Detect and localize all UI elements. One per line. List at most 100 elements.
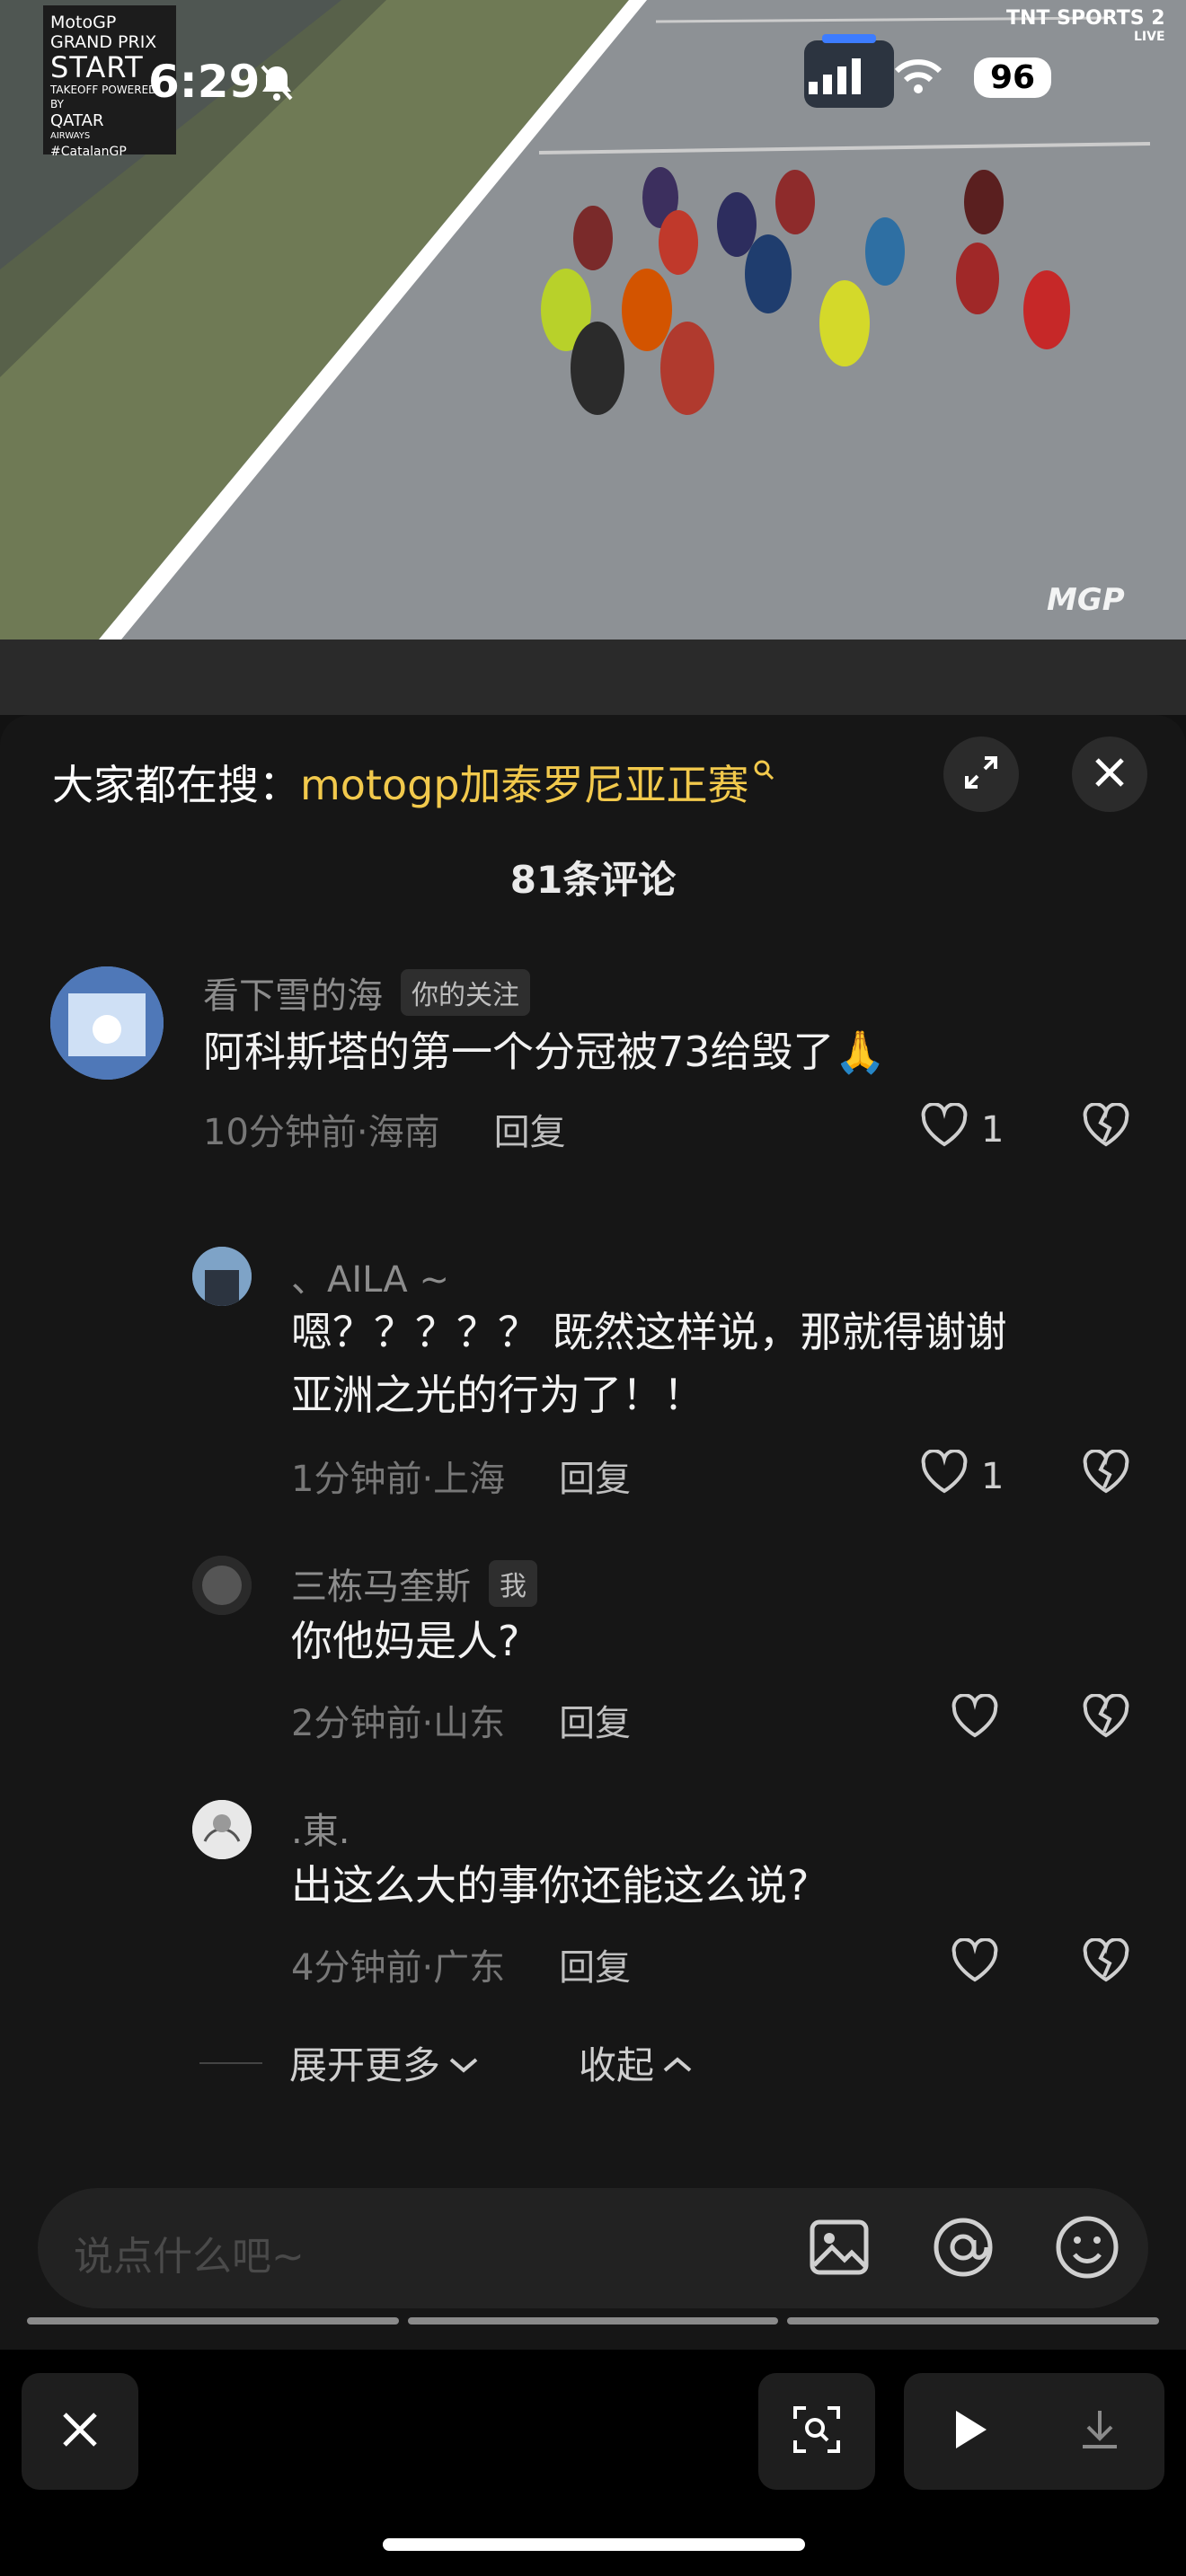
avatar[interactable] <box>192 1800 252 1859</box>
download-icon[interactable] <box>1077 2407 1122 2456</box>
broadcaster-name: TNT SPORTS 2 <box>1006 7 1165 30</box>
comment-time-location: 1分钟前·上海 <box>291 1459 506 1500</box>
dislike-button[interactable] <box>1082 1102 1130 1157</box>
expand-icon <box>961 753 1001 796</box>
comment-text: 你他妈是人? <box>291 1617 520 1665</box>
image-icon[interactable] <box>805 2213 873 2285</box>
silent-bell-icon <box>259 63 295 106</box>
comment-username[interactable]: .東. <box>291 1802 350 1854</box>
at-icon[interactable] <box>929 2213 997 2285</box>
broadcaster-label: TNT SPORTS 2 LIVE <box>1006 7 1165 44</box>
comment-time-location: 2分钟前·山东 <box>291 1703 506 1744</box>
comment-text: 嗯？？？？？ 既然这样说，那就得谢谢 亚洲之光的行为了！！ <box>291 1301 1007 1426</box>
comment-time-location: 10分钟前·海南 <box>203 1112 440 1153</box>
heart-icon <box>951 1693 999 1748</box>
avatar[interactable] <box>50 966 164 1080</box>
me-tag: 我 <box>489 1560 537 1607</box>
chevron-down-icon <box>447 2041 480 2085</box>
comment-input-bar[interactable]: 说点什么吧~ <box>38 2188 1148 2308</box>
signal-icon <box>809 57 863 98</box>
broken-heart-icon <box>1082 1449 1130 1504</box>
dislike-button[interactable] <box>1082 1449 1130 1504</box>
like-count: 1 <box>981 1456 1005 1497</box>
progress-segment <box>787 2317 1159 2325</box>
broken-heart-icon <box>1082 1937 1130 1992</box>
comment-input[interactable]: 说点什么吧~ <box>74 2224 305 2281</box>
logo-qatar: QATAR <box>50 111 104 130</box>
thread-controls: 展开更多 收起 <box>199 2035 694 2090</box>
like-button[interactable] <box>951 1937 999 1992</box>
chevron-up-icon <box>661 2041 694 2085</box>
battery-indicator: 96 <box>974 57 1052 98</box>
collapse-button[interactable]: 收起 <box>579 2035 694 2090</box>
play-icon[interactable] <box>947 2407 992 2456</box>
comment-meta: 2分钟前·山东 回复 <box>291 1694 631 1746</box>
scan-icon <box>792 2404 842 2458</box>
comment-username-row: 、AILA ~ <box>291 1250 449 1302</box>
like-button[interactable] <box>951 1693 999 1748</box>
comment-meta: 4分钟前·广东 回复 <box>291 1938 631 1990</box>
reply-button[interactable]: 回复 <box>559 1938 631 1990</box>
video-bottom-band <box>0 640 1186 715</box>
like-count: 1 <box>981 1109 1005 1151</box>
collapse-label: 收起 <box>579 2043 655 2087</box>
divider <box>199 2061 262 2064</box>
logo-grand-prix: GRAND PRIX <box>50 32 157 52</box>
like-button[interactable]: 1 <box>920 1102 1005 1157</box>
close-panel-button[interactable] <box>1072 737 1147 812</box>
trending-search[interactable]: 大家都在搜： motogp加泰罗尼亚正赛 <box>52 753 774 812</box>
home-indicator[interactable] <box>383 2538 805 2551</box>
progress-segment <box>27 2317 399 2325</box>
close-icon <box>58 2407 102 2456</box>
comment-text-line: 嗯？？？？？ 既然这样说，那就得谢谢 <box>291 1308 1007 1356</box>
heart-icon <box>920 1102 969 1157</box>
motogp-watermark: MGP <box>1047 582 1125 618</box>
heart-icon <box>951 1937 999 1992</box>
reply-button[interactable]: 回复 <box>559 1450 631 1502</box>
logo-hashtag: #CatalanGP <box>50 145 127 159</box>
status-time: 6:29 <box>148 56 261 108</box>
expand-more-label: 展开更多 <box>289 2043 441 2087</box>
wifi-icon <box>893 58 943 98</box>
dislike-button[interactable] <box>1082 1937 1130 1992</box>
scan-button[interactable] <box>758 2373 875 2490</box>
comment-username-row: 看下雪的海 你的关注 <box>203 966 530 1019</box>
comment-username[interactable]: 看下雪的海 <box>203 966 383 1019</box>
avatar[interactable] <box>192 1556 252 1615</box>
close-button[interactable] <box>22 2373 138 2490</box>
expand-more-button[interactable]: 展开更多 <box>289 2035 480 2090</box>
emoji-icon[interactable] <box>1053 2213 1121 2285</box>
avatar[interactable] <box>192 1247 252 1306</box>
like-button[interactable]: 1 <box>920 1449 1005 1504</box>
comment-text-line: 亚洲之光的行为了！！ <box>291 1371 704 1419</box>
comment-username[interactable]: 、AILA ~ <box>291 1250 449 1302</box>
reply-button[interactable]: 回复 <box>559 1694 631 1746</box>
media-controls <box>904 2373 1164 2490</box>
comment-username[interactable]: 三栋马奎斯 <box>291 1557 471 1610</box>
comment-count: 81条评论 <box>509 858 677 902</box>
logo-airways: AIRWAYS <box>50 131 91 141</box>
following-tag: 你的关注 <box>401 969 530 1016</box>
heart-icon <box>920 1449 969 1504</box>
comment-text: 出这么大的事你还能这么说? <box>291 1861 810 1910</box>
comment-username-row: .東. <box>291 1802 350 1854</box>
comment-meta: 1分钟前·上海 回复 <box>291 1450 631 1502</box>
search-icon <box>753 756 774 788</box>
comment-username-row: 三栋马奎斯 我 <box>291 1557 537 1610</box>
logo-brand: MotoGP <box>50 13 117 32</box>
comment-text: 阿科斯塔的第一个分冠被73给毁了🙏 <box>203 1028 886 1076</box>
trending-term[interactable]: motogp加泰罗尼亚正赛 <box>300 753 749 812</box>
comment-panel: 大家都在搜： motogp加泰罗尼亚正赛 81条评论 看下雪的海 你的关注 阿科… <box>0 715 1186 2350</box>
status-icons: 96 <box>809 57 1052 98</box>
dislike-button[interactable] <box>1082 1693 1130 1748</box>
comment-time-location: 4分钟前·广东 <box>291 1947 506 1989</box>
close-icon <box>1090 753 1129 796</box>
reply-button[interactable]: 回复 <box>494 1103 566 1155</box>
broken-heart-icon <box>1082 1693 1130 1748</box>
broken-heart-icon <box>1082 1102 1130 1157</box>
expand-button[interactable] <box>943 737 1019 812</box>
live-badge: LIVE <box>1134 30 1165 44</box>
comment-meta: 10分钟前·海南 回复 <box>203 1103 566 1155</box>
trending-label: 大家都在搜： <box>52 761 300 809</box>
progress-segment <box>408 2317 778 2325</box>
